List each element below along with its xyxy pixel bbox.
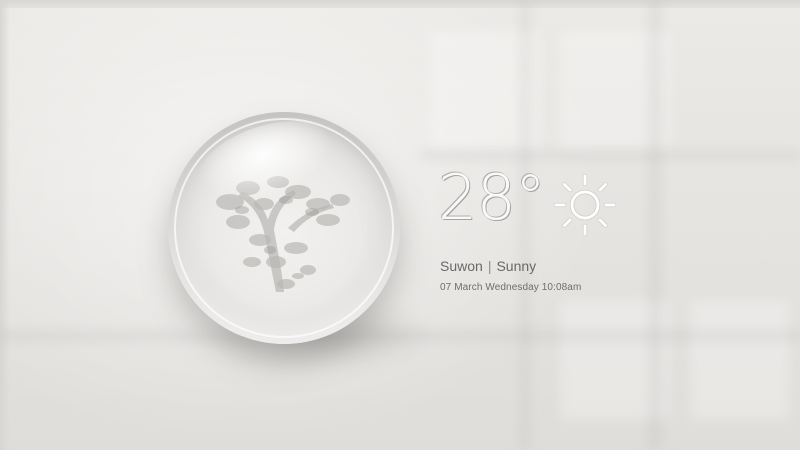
- weather-widget: 28° Suwon | Sunny 07 March Wednesday 10:08…: [438, 158, 638, 308]
- left-frame-edge: [0, 0, 10, 450]
- glass-orb-weather-icon: [168, 112, 400, 344]
- temperature-row: 28°: [438, 158, 638, 250]
- sun-icon: [554, 174, 616, 236]
- orb-rim: [174, 118, 394, 338]
- temperature-value: 28°: [438, 161, 546, 234]
- weather-condition: Sunny: [496, 258, 537, 274]
- window-frame-shadow-1: [648, 0, 662, 450]
- top-frame-strip: [0, 0, 800, 8]
- location-separator: |: [487, 258, 492, 274]
- location-condition: Suwon | Sunny: [440, 258, 536, 274]
- window-light-4: [690, 300, 790, 420]
- date-time: 07 March Wednesday 10:08am: [440, 282, 582, 293]
- city-name: Suwon: [440, 258, 483, 274]
- mirror-display: 28° Suwon | Sunny 07 March Wednesday 10:08…: [0, 0, 800, 450]
